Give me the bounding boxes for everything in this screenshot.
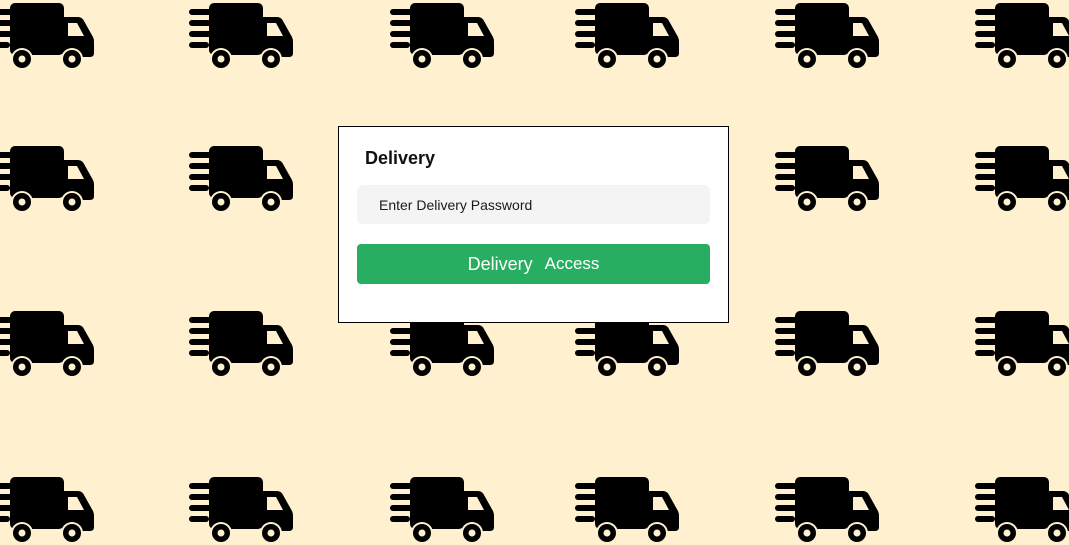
delivery-truck-icon (775, 3, 879, 70)
delivery-truck-icon (0, 146, 94, 213)
delivery-truck-icon (975, 146, 1069, 213)
delivery-truck-icon (0, 477, 94, 544)
access-button-label-word2: Access (544, 254, 600, 273)
delivery-truck-icon (575, 477, 679, 544)
delivery-truck-icon (189, 3, 293, 70)
delivery-truck-icon (775, 146, 879, 213)
delivery-truck-icon (390, 3, 494, 70)
delivery-truck-icon (189, 477, 293, 544)
delivery-truck-icon (189, 146, 293, 213)
delivery-login-card: Delivery Delivery Access (338, 126, 729, 323)
delivery-truck-icon (390, 477, 494, 544)
access-button-label-word1: Delivery (467, 253, 533, 274)
delivery-truck-icon (975, 311, 1069, 378)
delivery-truck-icon (189, 311, 293, 378)
delivery-truck-icon (775, 477, 879, 544)
delivery-access-button[interactable]: Delivery Access (357, 244, 710, 284)
delivery-truck-icon (575, 3, 679, 70)
delivery-truck-icon (775, 311, 879, 378)
delivery-password-input[interactable] (357, 185, 710, 224)
delivery-truck-icon (0, 311, 94, 378)
delivery-truck-icon (975, 477, 1069, 544)
delivery-truck-icon (975, 3, 1069, 70)
delivery-truck-icon (0, 3, 94, 70)
card-title: Delivery (365, 148, 436, 168)
